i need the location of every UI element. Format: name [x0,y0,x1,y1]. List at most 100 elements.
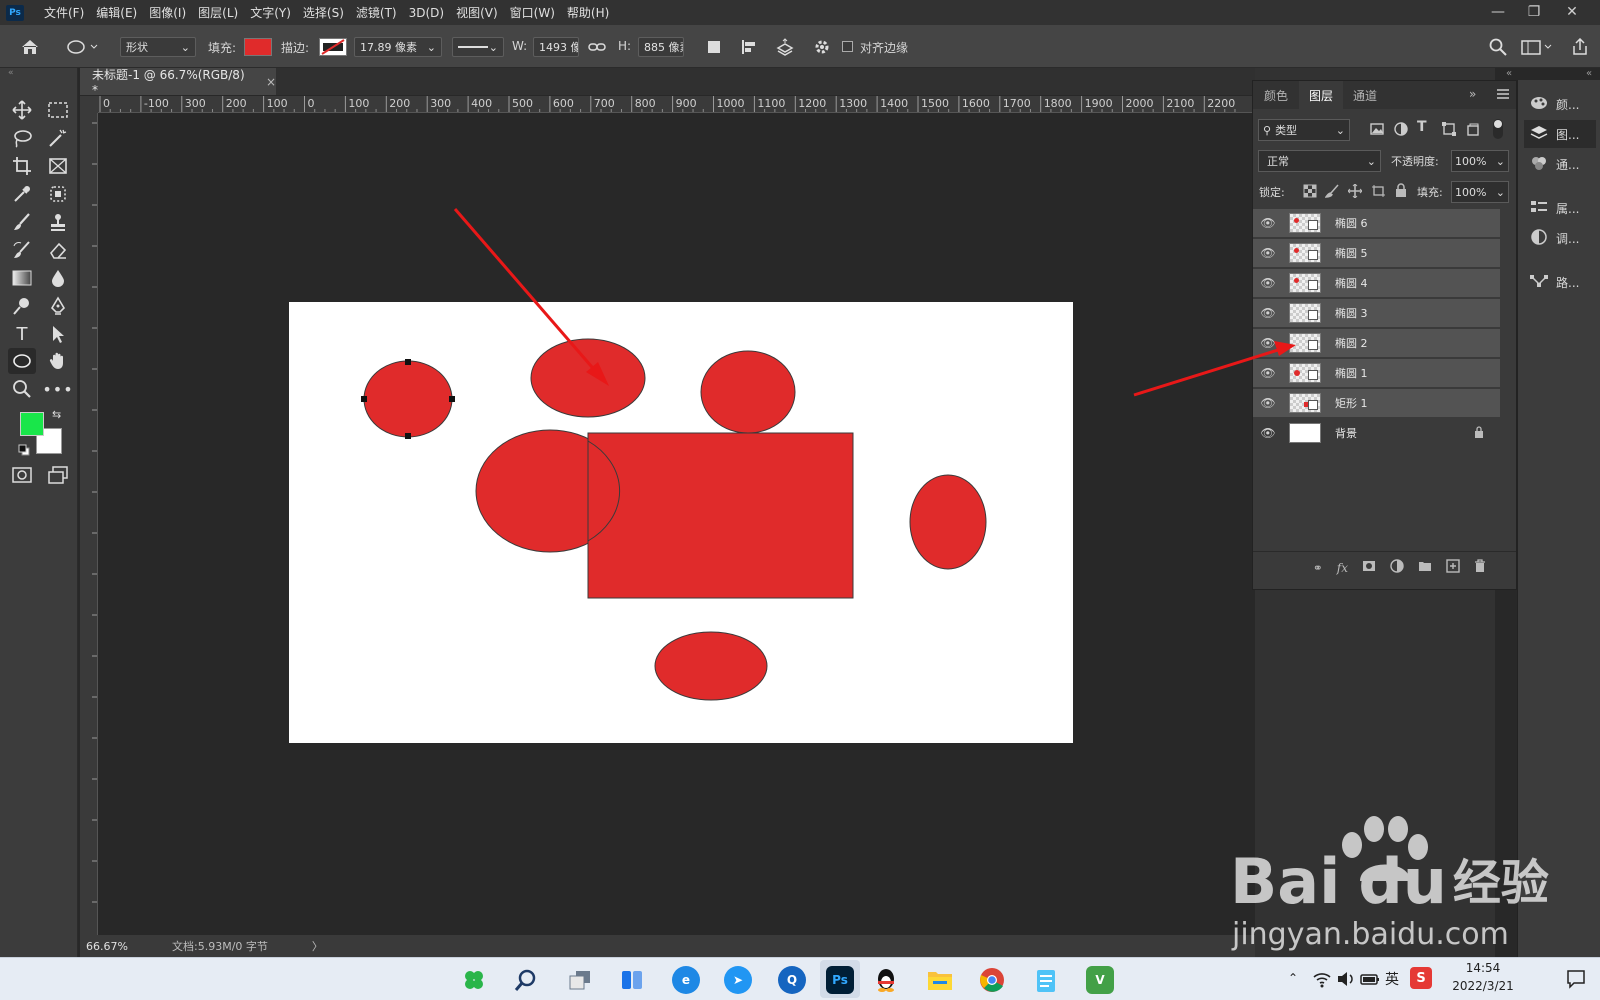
zoom-level[interactable]: 66.67% [80,940,136,953]
collapse-arrows-icon[interactable]: « [8,68,68,78]
lock-all-icon[interactable] [1394,183,1408,197]
ellipse-shape-5[interactable] [909,474,987,570]
menu-image[interactable]: 图像(I) [143,4,192,21]
home-icon[interactable] [20,37,40,57]
minimize-icon[interactable]: — [1480,0,1516,24]
visibility-eye-icon[interactable]: 👁 [1253,366,1283,380]
layer-row-ellipse-6[interactable]: 👁 椭圆 6 [1253,209,1500,238]
wifi-icon[interactable] [1312,970,1332,988]
notifications-icon[interactable] [1566,969,1586,989]
visibility-eye-icon[interactable]: 👁 [1253,336,1283,350]
path-operations-icon[interactable] [704,37,724,57]
tool-mode-select[interactable]: 形状 ⌄ [120,37,196,57]
fill-opacity-input[interactable]: 100% ⌄ [1451,181,1509,203]
stroke-color-swatch[interactable] [319,38,347,56]
add-mask-icon[interactable] [1362,560,1376,575]
visibility-eye-icon[interactable]: 👁 [1253,396,1283,410]
edge-browser-icon[interactable]: e [672,966,700,994]
menu-edit[interactable]: 编辑(E) [90,4,143,21]
panel-collapse-icon[interactable]: » [1469,87,1476,101]
video-app-icon[interactable]: V [1086,966,1114,994]
delete-layer-trash-icon[interactable] [1474,559,1486,576]
start-icon[interactable] [460,966,488,994]
gear-icon[interactable] [812,37,832,57]
chrome-icon[interactable] [978,966,1006,994]
lasso-tool-icon[interactable] [8,125,36,151]
new-layer-icon[interactable] [1446,559,1460,576]
anchor-point-top[interactable] [405,359,411,365]
layer-row-ellipse-1[interactable]: 👁 椭圆 1 [1253,359,1500,388]
pixel-layer-filter-icon[interactable] [1369,121,1385,137]
task-view-icon[interactable] [566,966,594,994]
widgets-icon[interactable] [618,966,646,994]
stroke-width-input[interactable]: 17.89 像素 ⌄ [354,37,442,57]
fill-color-swatch[interactable] [244,38,272,56]
sogou-input-icon[interactable]: S [1410,967,1432,989]
dodge-tool-icon[interactable] [8,293,36,319]
anchor-point-left[interactable] [361,396,367,402]
expand-dock-icon[interactable]: « [1586,68,1592,79]
volume-icon[interactable] [1336,970,1356,988]
eraser-tool-icon[interactable] [44,237,72,263]
menu-type[interactable]: 文字(Y) [244,4,297,21]
notepad-icon[interactable] [1032,966,1060,994]
adjustment-layer-filter-icon[interactable] [1393,121,1409,137]
close-window-icon[interactable]: ✕ [1554,0,1590,24]
panel-menu-icon[interactable] [1497,88,1509,100]
ellipse-shape-2[interactable] [530,338,646,418]
qq-penguin-icon[interactable] [872,966,900,994]
link-layers-icon[interactable]: ⚭ [1313,561,1323,575]
visibility-eye-icon[interactable]: 👁 [1253,306,1283,320]
status-menu-arrow-icon[interactable]: 〉 [312,938,323,954]
horizontal-ruler[interactable]: 0 -100 300 200 100 0 100 200 300 400 500 600 700 800 9… [98,96,1255,113]
lock-position-icon[interactable] [1347,183,1363,199]
hand-tool-icon[interactable] [44,348,72,374]
path-alignment-icon[interactable] [739,37,759,57]
layer-row-ellipse-2[interactable]: 👁 椭圆 2 [1253,329,1500,358]
ruler-origin[interactable] [80,96,98,113]
search-icon[interactable] [1488,37,1508,57]
layer-row-background[interactable]: 👁 背景 [1253,419,1500,448]
magic-wand-tool-icon[interactable] [44,125,72,151]
marquee-tool-icon[interactable] [44,97,72,123]
collapse-panels-icon[interactable]: « [1506,68,1512,79]
lock-transparent-pixels-icon[interactable] [1303,184,1317,198]
ellipse-tool-icon[interactable] [8,348,36,374]
new-adjustment-layer-icon[interactable] [1390,559,1404,576]
battery-icon[interactable] [1360,970,1380,988]
history-brush-tool-icon[interactable] [8,237,36,263]
move-tool-icon[interactable] [8,97,36,123]
share-icon[interactable] [1570,37,1590,57]
tab-color[interactable]: 颜色 [1253,81,1299,109]
dock-properties-panel[interactable]: 属... [1524,194,1596,222]
eyedropper-tool-icon[interactable] [8,181,36,207]
menu-view[interactable]: 视图(V) [450,4,504,21]
rectangle-shape-1[interactable] [587,432,854,599]
crop-tool-icon[interactable] [8,153,36,179]
restore-icon[interactable]: ❐ [1516,0,1552,24]
show-hidden-icons-chevron-icon[interactable]: ⌃ [1288,971,1298,985]
menu-file[interactable]: 文件(F) [38,4,90,21]
vertical-ruler[interactable] [80,113,98,935]
layer-row-ellipse-5[interactable]: 👁 椭圆 5 [1253,239,1500,268]
gradient-tool-icon[interactable] [8,265,36,291]
frame-tool-icon[interactable] [44,153,72,179]
visibility-eye-icon[interactable]: 👁 [1253,246,1283,260]
qq-browser-icon[interactable]: Q [778,966,806,994]
dock-layers-panel[interactable]: 图... [1524,120,1596,148]
path-arrangement-icon[interactable] [775,37,795,57]
blend-mode-select[interactable]: 正常 ⌄ [1258,150,1381,172]
workspace-icon[interactable] [1520,37,1554,57]
align-edges-checkbox[interactable] [842,41,853,52]
swap-colors-icon[interactable]: ⇆ [52,408,61,421]
height-input[interactable]: 885 像素 [638,37,684,57]
path-selection-tool-icon[interactable] [44,321,72,347]
visibility-eye-icon[interactable]: 👁 [1253,216,1283,230]
width-input[interactable]: 1493 像 [533,37,579,57]
filter-toggle-switch[interactable] [1493,119,1503,139]
default-colors-icon[interactable] [18,444,30,456]
screen-mode-icon[interactable] [44,462,72,488]
layer-row-ellipse-3[interactable]: 👁 椭圆 3 [1253,299,1500,328]
ime-indicator[interactable]: 英 [1385,969,1399,989]
file-explorer-icon[interactable] [926,966,954,994]
